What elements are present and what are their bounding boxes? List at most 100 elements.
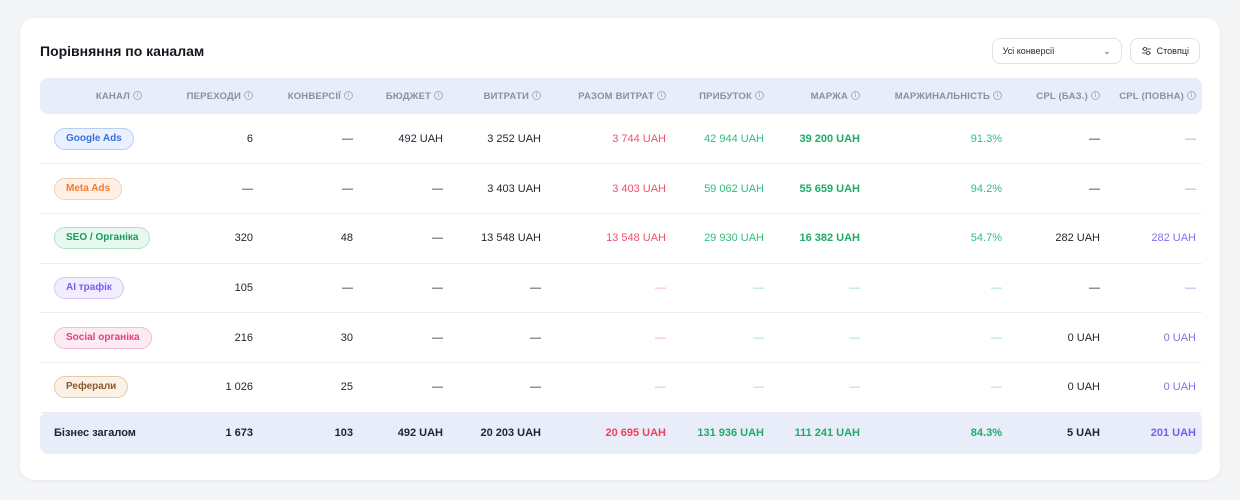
- budget-cell: —: [432, 182, 443, 195]
- channel-comparison-card: Порівняння по каналам Усі конверсії ⌄ Ст…: [20, 18, 1220, 480]
- cpl-base-cell: —: [1089, 132, 1100, 145]
- visits-cell: 6: [246, 132, 253, 145]
- info-icon[interactable]: i: [851, 91, 860, 101]
- total-spend-cell: 13 548 UAH: [606, 232, 666, 245]
- budget-cell: 492 UAH: [398, 132, 443, 145]
- info-icon[interactable]: i: [344, 91, 353, 101]
- channel-cell: SEO / Органіка: [40, 213, 151, 263]
- conversion-filter-value: Усі конверсії: [1002, 46, 1055, 56]
- column-header-visits[interactable]: ПЕРЕХОДИ i: [148, 78, 259, 114]
- channel-chip[interactable]: Google Ads: [54, 127, 134, 150]
- cpl-full-cell: —: [1185, 132, 1196, 145]
- total-row: Бізнес загалом 1 673 103 492 UAH 20 203 UAH 2…: [40, 412, 1202, 455]
- info-icon[interactable]: i: [133, 91, 142, 101]
- cpl-base-cell: 282 UAH: [1055, 232, 1100, 245]
- column-header-spend[interactable]: ВИТРАТИ i: [449, 78, 547, 114]
- total-spend-cell: 3 403 UAH: [612, 182, 666, 195]
- budget-cell: —: [432, 331, 443, 344]
- profit-cell: —: [753, 331, 764, 344]
- margin-cell: 16 382 UAH: [799, 232, 860, 245]
- spend-cell: 3 252 UAH: [487, 132, 541, 145]
- total-spend-cell: —: [655, 281, 666, 294]
- margin-pct-cell: —: [991, 281, 1002, 294]
- info-icon[interactable]: i: [434, 91, 443, 101]
- channel-cell: Реферали: [40, 362, 148, 412]
- table-body: Google Ads 6 — 492 UAH 3 252 UAH 3 744 UAH 42 …: [40, 114, 1202, 455]
- margin-cell: 39 200 UAH: [799, 132, 860, 145]
- info-icon[interactable]: i: [755, 91, 764, 101]
- conversions-cell: 25: [340, 381, 353, 394]
- column-header-label: МАРЖА: [810, 90, 848, 102]
- total-cpl-base-cell: 5 UAH: [1066, 427, 1100, 440]
- column-header-total-spend[interactable]: РАЗОМ ВИТРАТ i: [547, 78, 672, 114]
- column-header-channel[interactable]: КАНАЛ i: [40, 78, 148, 114]
- cpl-base-cell: —: [1089, 281, 1100, 294]
- cpl-full-cell: —: [1185, 182, 1196, 195]
- column-header-profit[interactable]: ПРИБУТОК i: [672, 78, 770, 114]
- visits-cell: —: [242, 182, 253, 195]
- channels-table: КАНАЛ i ПЕРЕХОДИ i КОНВЕРСІЇ i БЮДЖЕТ i ВИТРАТИ i…: [40, 78, 1202, 455]
- info-icon[interactable]: i: [532, 91, 541, 101]
- total-total-spend-cell: 20 695 UAH: [605, 427, 666, 440]
- margin-pct-cell: —: [991, 331, 1002, 344]
- card-title: Порівняння по каналам: [40, 43, 205, 59]
- channel-cell: Google Ads: [40, 114, 148, 164]
- column-header-label: CPL (БАЗ.): [1036, 90, 1088, 102]
- column-header-label: ПРИБУТОК: [699, 90, 752, 102]
- column-header-label: CPL (ПОВНА): [1119, 90, 1184, 102]
- column-header-margin-pct[interactable]: МАРЖИНАЛЬНІСТЬ i: [866, 78, 1008, 114]
- column-header-label: РАЗОМ ВИТРАТ: [578, 90, 654, 102]
- visits-cell: 105: [234, 281, 253, 294]
- total-spend-cell: —: [655, 381, 666, 394]
- conversions-cell: —: [342, 132, 353, 145]
- channel-chip[interactable]: Social органіка: [54, 326, 152, 349]
- visits-cell: 216: [234, 331, 253, 344]
- info-icon[interactable]: i: [657, 91, 666, 101]
- margin-pct-cell: 94.2%: [970, 182, 1002, 195]
- table-row[interactable]: Google Ads 6 — 492 UAH 3 252 UAH 3 744 UAH 42 …: [40, 114, 1202, 164]
- column-header-budget[interactable]: БЮДЖЕТ i: [359, 78, 449, 114]
- column-header-label: ВИТРАТИ: [483, 90, 529, 102]
- profit-cell: 29 930 UAH: [704, 232, 764, 245]
- total-spend-cell: 3 744 UAH: [612, 132, 666, 145]
- total-visits-cell: 1 673: [225, 427, 253, 440]
- channel-chip[interactable]: Реферали: [54, 376, 129, 399]
- column-header-cpl-base[interactable]: CPL (БАЗ.) i: [1008, 78, 1106, 114]
- channel-chip[interactable]: SEO / Органіка: [54, 227, 151, 250]
- table-row[interactable]: SEO / Органіка 320 48 — 13 548 UAH 13 548 UAH…: [40, 213, 1202, 264]
- info-icon[interactable]: i: [244, 91, 253, 101]
- cpl-base-cell: —: [1089, 182, 1100, 195]
- total-budget-cell: 492 UAH: [397, 427, 443, 440]
- table-row[interactable]: AI трафік 105 — — — — — — — — —: [40, 263, 1202, 313]
- margin-pct-cell: —: [991, 381, 1002, 394]
- profit-cell: 42 944 UAH: [704, 132, 764, 145]
- column-header-label: КОНВЕРСІЇ: [287, 90, 341, 102]
- table-header-row: КАНАЛ i ПЕРЕХОДИ i КОНВЕРСІЇ i БЮДЖЕТ i ВИТРАТИ i…: [40, 78, 1202, 114]
- margin-pct-cell: 54.7%: [970, 232, 1002, 245]
- channel-chip[interactable]: Meta Ads: [54, 177, 123, 200]
- channel-chip[interactable]: AI трафік: [54, 276, 124, 299]
- table-row[interactable]: Social органіка 216 30 — — — — — — 0 UAH 0 UAH: [40, 313, 1202, 363]
- budget-cell: —: [432, 232, 443, 245]
- column-header-label: БЮДЖЕТ: [385, 90, 431, 102]
- column-header-conversions[interactable]: КОНВЕРСІЇ i: [259, 78, 359, 114]
- column-header-cpl-full[interactable]: CPL (ПОВНА) i: [1106, 78, 1202, 114]
- cpl-full-cell: 282 UAH: [1151, 232, 1196, 245]
- info-icon[interactable]: i: [1091, 91, 1100, 101]
- conversions-cell: —: [342, 182, 353, 195]
- column-header-margin[interactable]: МАРЖА i: [770, 78, 866, 114]
- conversion-filter-select[interactable]: Усі конверсії ⌄: [991, 38, 1122, 64]
- cpl-base-cell: 0 UAH: [1067, 331, 1100, 344]
- total-conversions-cell: 103: [334, 427, 353, 440]
- info-icon[interactable]: i: [1187, 91, 1196, 101]
- visits-cell: 1 026: [225, 381, 253, 394]
- columns-button[interactable]: Стовпці: [1129, 38, 1200, 64]
- visits-cell: 320: [234, 232, 253, 245]
- column-header-label: ПЕРЕХОДИ: [186, 90, 241, 102]
- total-margin-pct-cell: 84.3%: [970, 427, 1002, 440]
- info-icon[interactable]: i: [993, 91, 1002, 101]
- total-cpl-full-cell: 201 UAH: [1150, 427, 1196, 440]
- table-row[interactable]: Meta Ads — — — 3 403 UAH 3 403 UAH 59 062 UAH 5…: [40, 164, 1202, 214]
- total-spend-cell: 20 203 UAH: [480, 427, 541, 440]
- table-row[interactable]: Реферали 1 026 25 — — — — — — 0 UAH 0 UAH: [40, 362, 1202, 413]
